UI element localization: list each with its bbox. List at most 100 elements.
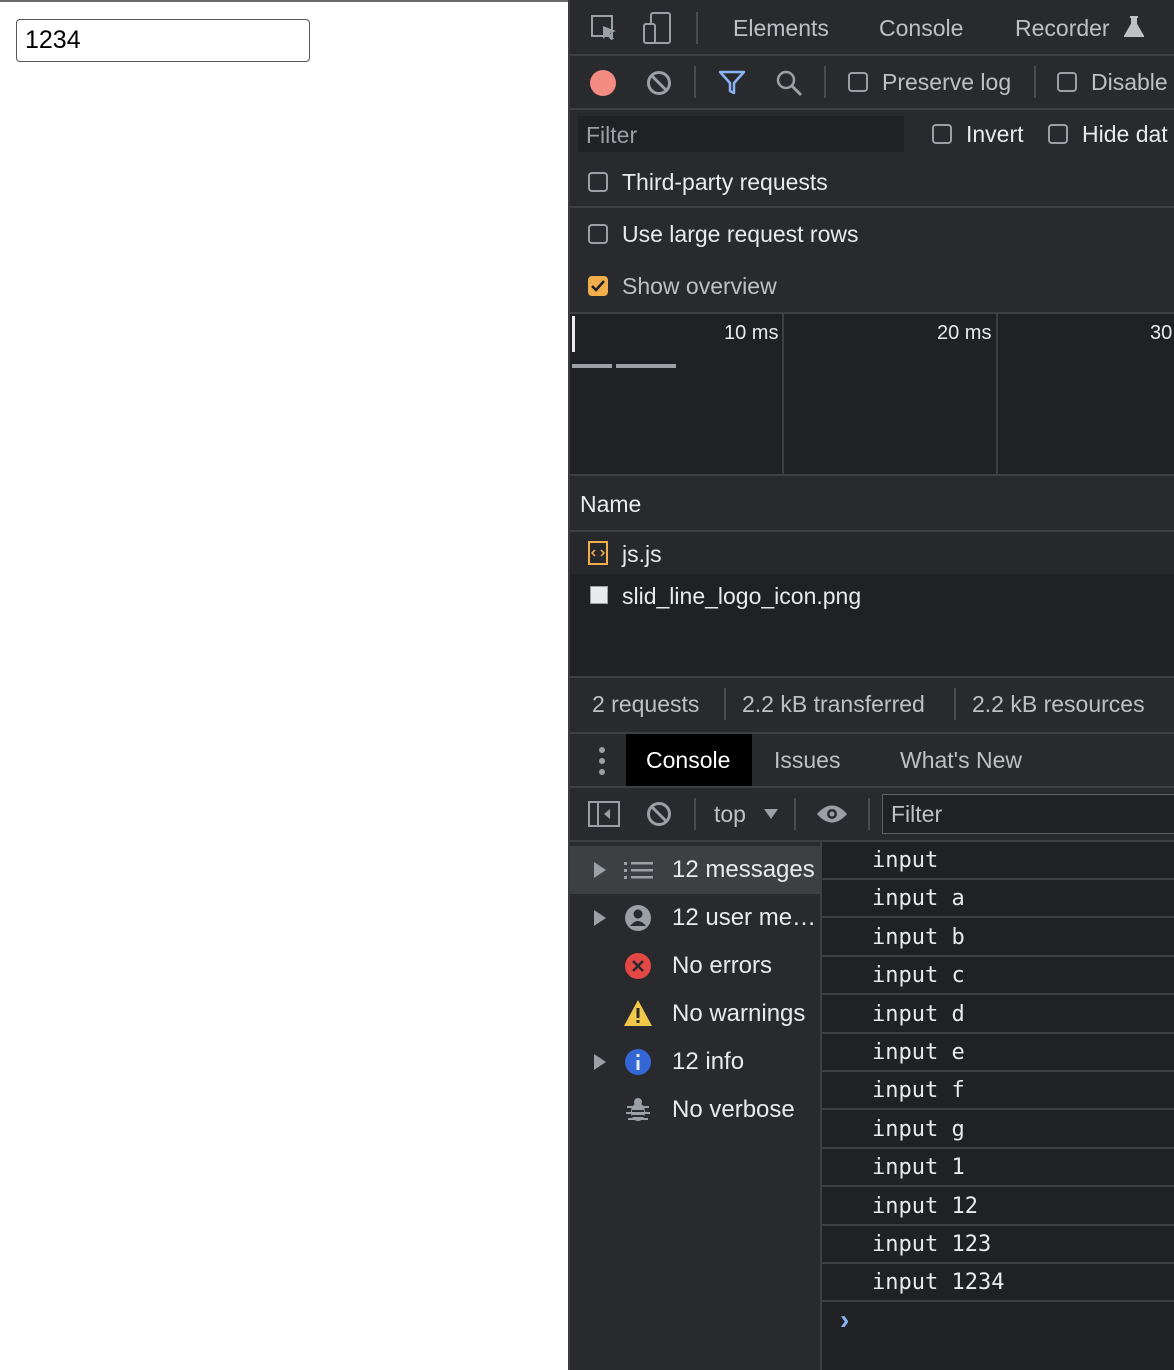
info-icon: [625, 1049, 651, 1075]
console-message: input 1234: [822, 1264, 1174, 1302]
more-vertical-icon[interactable]: [598, 746, 606, 776]
clear-console-icon[interactable]: [646, 801, 672, 827]
toolbar-separator: [696, 12, 698, 44]
sidebar-item-warnings[interactable]: No warnings: [570, 990, 822, 1038]
table-row[interactable]: js.js: [570, 532, 1174, 574]
requests-table: js.js slid_line_logo_icon.png: [570, 532, 1174, 676]
network-filter-input[interactable]: Filter: [578, 116, 904, 152]
console-message: input b: [822, 919, 1174, 957]
invert-checkbox[interactable]: [932, 124, 952, 144]
invert-label: Invert: [966, 121, 1024, 147]
device-toolbar-icon[interactable]: [642, 12, 672, 44]
summary-separator: [954, 688, 956, 720]
console-message-text: input 1: [872, 1155, 965, 1180]
console-message-text: input e: [872, 1040, 965, 1065]
clear-icon[interactable]: [646, 70, 672, 96]
sidebar-toggle-icon[interactable]: [588, 801, 620, 827]
preserve-log-checkbox[interactable]: [848, 72, 868, 92]
expand-arrow-icon[interactable]: [594, 1054, 606, 1070]
sidebar-item-label: 12 messages: [672, 856, 815, 883]
prompt-chevron-icon: ›: [840, 1304, 850, 1335]
filter-funnel-icon[interactable]: [718, 70, 746, 96]
console-message-text: input 1234: [872, 1270, 1005, 1295]
sidebar-item-label: 12 user me…: [672, 904, 817, 931]
inspect-element-icon[interactable]: [590, 14, 618, 42]
third-party-checkbox[interactable]: [588, 172, 608, 192]
hide-data-urls-checkbox[interactable]: [1048, 124, 1068, 144]
sidebar-item-label: No warnings: [672, 1000, 806, 1027]
show-overview-checkbox[interactable]: [588, 276, 608, 296]
search-icon[interactable]: [775, 69, 803, 97]
large-rows-label: Use large request rows: [622, 221, 859, 247]
network-settings: Use large request rows Show overview: [570, 208, 1174, 312]
sidebar-item-verbose[interactable]: No verbose: [570, 1086, 822, 1134]
network-toolbar: Preserve log Disable: [570, 56, 1174, 108]
page-viewport: [0, 0, 568, 1370]
text-input[interactable]: [16, 19, 310, 62]
list-icon: [624, 862, 653, 879]
filter-placeholder: Filter: [586, 122, 638, 148]
overview-selection-handle[interactable]: [572, 316, 575, 352]
bug-icon: [626, 1098, 650, 1121]
console-message: input 1: [822, 1149, 1174, 1187]
sidebar-item-messages[interactable]: 12 messages: [570, 846, 822, 894]
disable-cache-checkbox[interactable]: [1057, 72, 1077, 92]
request-bar: [616, 364, 676, 368]
script-file-icon: [588, 541, 608, 565]
toolbar-separator: [694, 798, 696, 830]
tab-elements[interactable]: Elements: [733, 15, 829, 42]
preserve-log-label: Preserve log: [882, 69, 1012, 95]
network-overview[interactable]: 10 ms 20 ms 30: [570, 314, 1174, 474]
sidebar-item-errors[interactable]: No errors: [570, 942, 822, 990]
tab-console[interactable]: Console: [879, 15, 963, 42]
error-icon: [625, 953, 651, 979]
summary-requests: 2 requests: [592, 691, 700, 717]
drawer-tab-whats-new[interactable]: What's New: [900, 747, 1022, 774]
drawer-tab-console[interactable]: Console: [626, 734, 752, 786]
user-icon: [625, 905, 651, 931]
console-message: input d: [822, 996, 1174, 1034]
sidebar-item-label: No errors: [672, 952, 773, 979]
devtools-panel: Elements Console Recorder Preserve log D…: [568, 0, 1174, 1370]
requests-header[interactable]: Name: [570, 476, 1174, 530]
console-message-text: input 123: [872, 1232, 992, 1257]
console-message: input f: [822, 1072, 1174, 1110]
toolbar-separator: [1034, 66, 1036, 98]
drawer-tab-console-label: Console: [646, 747, 731, 773]
third-party-row: Third-party requests: [570, 158, 1174, 206]
drawer-tab-issues[interactable]: Issues: [774, 747, 840, 774]
console-filter-input[interactable]: Filter: [882, 794, 1174, 834]
console-prompt[interactable]: ›: [822, 1302, 1174, 1342]
live-expression-eye-icon[interactable]: [816, 803, 848, 825]
request-bar: [572, 364, 612, 368]
large-rows-checkbox[interactable]: [588, 224, 608, 244]
filter-row: Filter Invert Hide dat: [570, 110, 1174, 158]
image-file-icon: [590, 586, 608, 604]
console-message-text: input 12: [872, 1194, 978, 1219]
record-button[interactable]: [590, 70, 616, 96]
summary-separator: [724, 688, 726, 720]
context-selector[interactable]: top: [712, 796, 782, 832]
toolbar-separator: [694, 66, 696, 98]
console-filter-placeholder: Filter: [891, 801, 943, 827]
timeline-tick-20ms: 20 ms: [937, 322, 992, 344]
drawer-tabbar: Console Issues What's New: [570, 734, 1174, 786]
tab-recorder[interactable]: Recorder: [1015, 15, 1110, 42]
console-message-text: input a: [872, 886, 965, 911]
console-toolbar: top Filter: [570, 788, 1174, 840]
expand-arrow-icon[interactable]: [594, 862, 606, 878]
table-row[interactable]: slid_line_logo_icon.png: [570, 574, 1174, 616]
sidebar-item-info[interactable]: 12 info: [570, 1038, 822, 1086]
column-header-name[interactable]: Name: [580, 491, 641, 518]
console-message-text: input: [872, 848, 939, 873]
timeline-tick-10ms: 10 ms: [724, 322, 779, 344]
console-sidebar: 12 messages 12 user me… No errors No war: [570, 842, 822, 1370]
expand-arrow-icon[interactable]: [594, 910, 606, 926]
request-name: slid_line_logo_icon.png: [622, 583, 862, 609]
request-name: js.js: [622, 541, 662, 567]
console-message: input g: [822, 1111, 1174, 1149]
console-message: input: [822, 842, 1174, 880]
console-message-text: input d: [872, 1002, 965, 1027]
summary-resources: 2.2 kB resources: [972, 691, 1145, 717]
sidebar-item-user-messages[interactable]: 12 user me…: [570, 894, 822, 942]
